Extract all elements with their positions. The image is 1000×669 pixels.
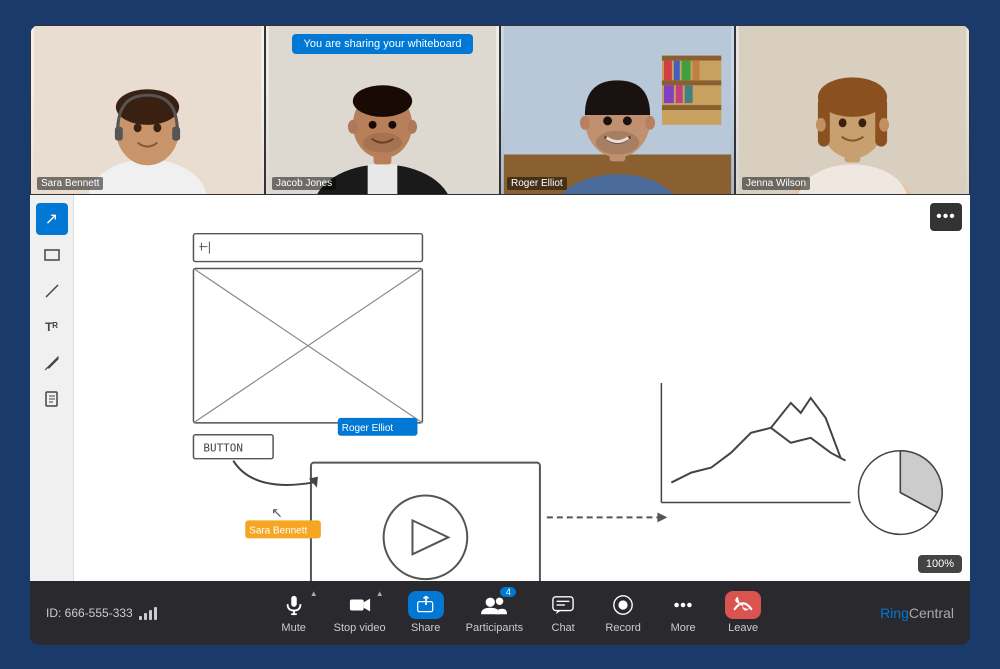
svg-text:Roger Elliot: Roger Elliot <box>342 422 394 433</box>
participant-name-4: Jenna Wilson <box>742 177 810 190</box>
sharing-banner: You are sharing your whiteboard <box>292 34 474 54</box>
mute-label: Mute <box>281 622 305 634</box>
tool-rect[interactable] <box>36 239 68 271</box>
brand-central: Central <box>909 605 954 621</box>
mute-icon-wrap: ▲ <box>276 591 312 619</box>
tool-text[interactable]: Tᴿ <box>36 311 68 343</box>
participant-tile-2: You are sharing your whiteboard Jacob Jo… <box>265 25 500 195</box>
participant-name-2: Jacob Jones <box>272 177 336 190</box>
chat-icon <box>552 595 574 615</box>
video-icon <box>349 596 371 614</box>
svg-text:BUTTON: BUTTON <box>203 441 243 454</box>
participant-tile-4: Jenna Wilson <box>735 25 970 195</box>
chat-button[interactable]: Chat <box>535 587 591 638</box>
video-label: Stop video <box>334 622 386 634</box>
tool-select[interactable]: ↗ <box>36 203 68 235</box>
share-icon-wrap <box>408 591 444 619</box>
participants-button[interactable]: 4 Participants <box>458 587 531 638</box>
chat-label: Chat <box>552 622 575 634</box>
tool-pen[interactable] <box>36 347 68 379</box>
more-options-button[interactable]: ••• <box>930 203 962 231</box>
participants-icon-wrap: 4 <box>476 591 512 619</box>
whiteboard[interactable]: ••• 100% Roger Elliot <box>74 195 970 581</box>
app-window: Sara Bennett <box>30 25 970 645</box>
participants-strip: Sara Bennett <box>30 25 970 195</box>
line-icon <box>44 283 60 299</box>
bottom-controls: ▲ Mute ▲ Stop video <box>157 587 880 638</box>
main-area: ↗ Tᴿ <box>30 195 970 581</box>
svg-text:↖: ↖ <box>271 504 283 520</box>
record-button[interactable]: Record <box>595 587 651 638</box>
stop-video-button[interactable]: ▲ Stop video <box>326 587 394 638</box>
meeting-id-section: ID: 666-555-333 <box>46 606 157 620</box>
tool-doc[interactable] <box>36 383 68 415</box>
pen-icon <box>44 355 60 371</box>
rect-icon <box>44 247 60 263</box>
whiteboard-svg: Roger Elliot BUTTON Sara Bennett <box>74 195 970 581</box>
leave-label: Leave <box>728 622 758 634</box>
more-icon <box>672 594 694 616</box>
tool-line[interactable] <box>36 275 68 307</box>
signal-bar-1 <box>139 616 142 620</box>
participant-tile-3: Roger Elliot <box>500 25 735 195</box>
toolbar: ↗ Tᴿ <box>30 195 74 581</box>
video-icon-wrap: ▲ <box>342 591 378 619</box>
svg-text:Sara Bennett: Sara Bennett <box>249 525 307 536</box>
brand-ring: Ring <box>880 605 909 621</box>
phone-icon <box>733 596 753 614</box>
share-icon <box>416 595 436 615</box>
participants-label: Participants <box>466 622 523 634</box>
record-label: Record <box>605 622 640 634</box>
mic-icon <box>283 594 305 616</box>
video-chevron: ▲ <box>376 589 384 598</box>
record-icon-wrap <box>605 591 641 619</box>
mute-button[interactable]: ▲ Mute <box>266 587 322 638</box>
people-icon <box>481 595 507 615</box>
more-button[interactable]: More <box>655 587 711 638</box>
share-label: Share <box>411 622 440 634</box>
doc-icon <box>44 391 60 407</box>
more-icon-wrap <box>665 591 701 619</box>
share-button[interactable]: Share <box>398 587 454 638</box>
leave-icon-wrap <box>725 591 761 619</box>
signal-bar-2 <box>144 613 147 620</box>
participant-name-1: Sara Bennett <box>37 177 103 190</box>
participant-video-3 <box>501 26 734 194</box>
chat-icon-wrap <box>545 591 581 619</box>
participant-video-1 <box>31 26 264 194</box>
meeting-id-text: ID: 666-555-333 <box>46 606 133 620</box>
more-dots: ••• <box>936 208 956 226</box>
leave-button[interactable]: Leave <box>715 587 771 638</box>
signal-bar-3 <box>149 610 152 620</box>
mute-chevron: ▲ <box>310 589 318 598</box>
participants-badge: 4 <box>500 587 516 597</box>
bottom-bar: ID: 666-555-333 ▲ <box>30 581 970 645</box>
participant-video-4 <box>736 26 969 194</box>
more-label: More <box>671 622 696 634</box>
participant-name-3: Roger Elliot <box>507 177 567 190</box>
record-icon <box>612 594 634 616</box>
branding: RingCentral <box>880 605 954 621</box>
signal-icon <box>139 606 157 620</box>
participant-tile-1: Sara Bennett <box>30 25 265 195</box>
